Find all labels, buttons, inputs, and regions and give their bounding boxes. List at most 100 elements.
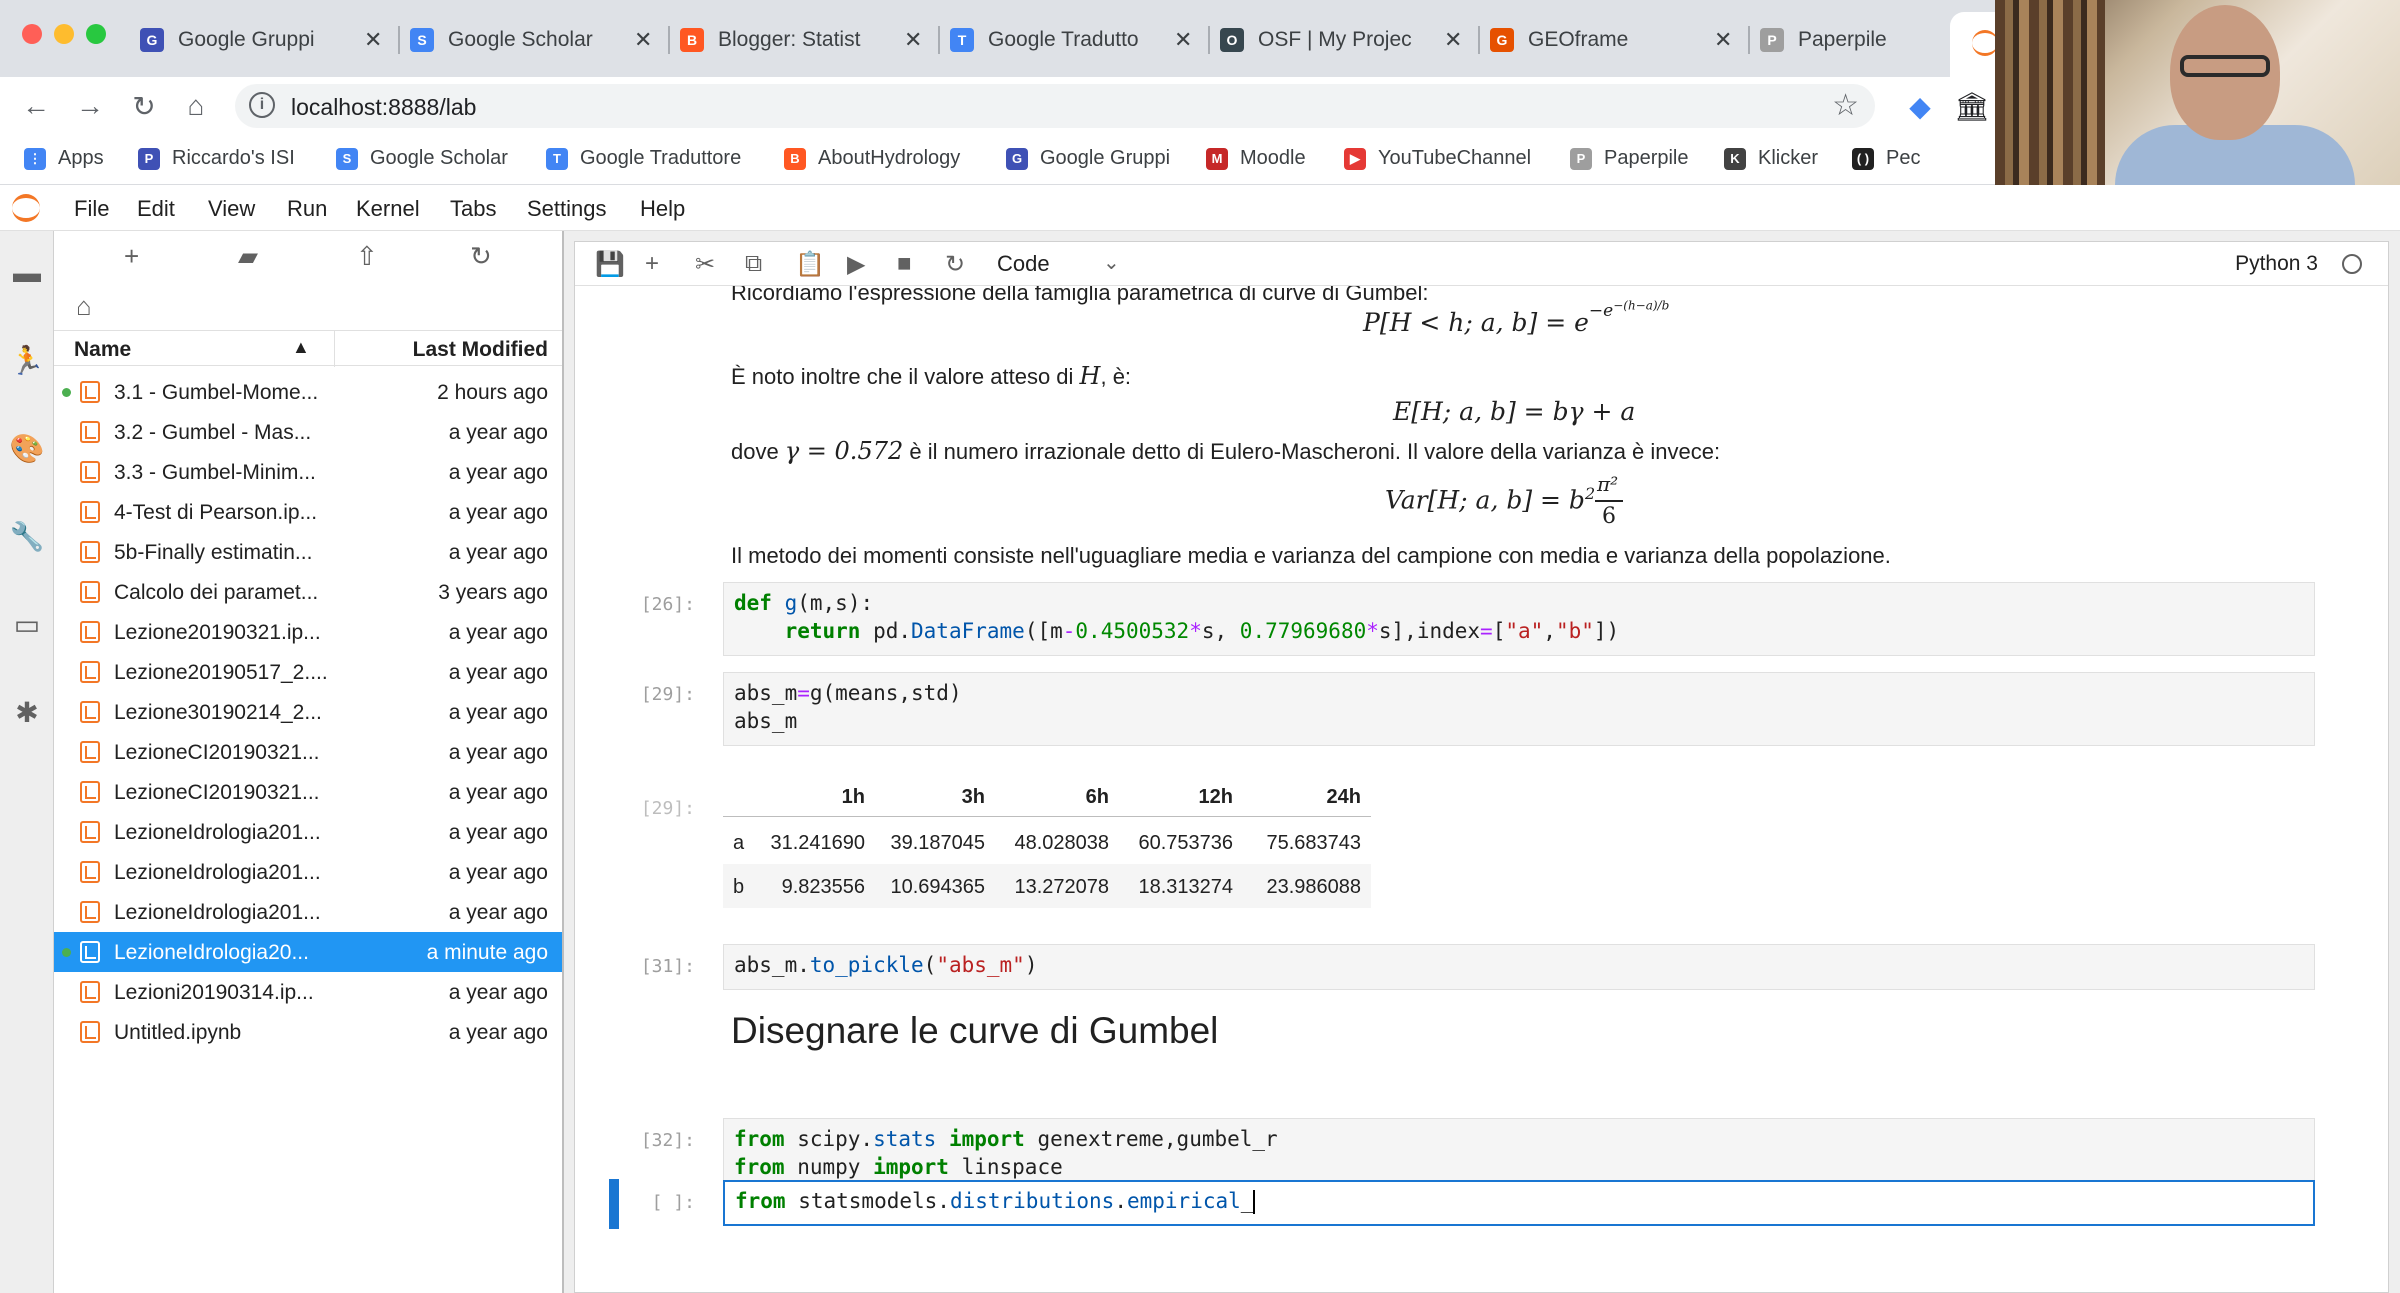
tab-close-icon[interactable]: ✕ [1714,27,1732,53]
add-cell-icon[interactable]: + [645,250,659,278]
menu-edit[interactable]: Edit [137,196,175,222]
kernel-name[interactable]: Python 3 [2235,252,2318,276]
restart-icon[interactable]: ↻ [945,250,965,279]
tab-close-icon[interactable]: ✕ [1174,27,1192,53]
bookmark-item[interactable]: P Riccardo's ISI [138,147,295,170]
code-cell-active[interactable]: from statsmodels.distributions.empirical… [723,1180,2315,1226]
column-name-header[interactable]: Name [74,338,131,362]
stop-icon[interactable]: ■ [897,250,912,278]
bookmark-item[interactable]: ( ) Pec [1852,147,1920,170]
folder-icon[interactable]: ▬ [10,256,44,290]
file-row[interactable]: Lezione20190517_2.... a year ago [54,652,562,692]
wrench-icon[interactable]: 🔧 [10,519,45,553]
browser-tab[interactable]: S Google Scholar ✕ [410,14,652,66]
chevron-down-icon[interactable]: ⌄ [1103,250,1120,275]
minimize-window-button[interactable] [54,24,74,44]
browser-tab[interactable]: G GEOframe ✕ [1490,14,1732,66]
file-name: Untitled.ipynb [114,1021,242,1044]
close-window-button[interactable] [22,24,42,44]
run-icon[interactable]: ▶ [847,250,865,279]
bookmark-item[interactable]: M Moodle [1206,147,1306,170]
file-row[interactable]: 3.2 - Gumbel - Mas... a year ago [54,412,562,452]
back-arrow-icon[interactable]: ← [18,88,54,124]
upload-icon[interactable]: ⇧ [356,241,378,272]
save-icon[interactable]: 💾 [595,250,625,279]
tabs-icon[interactable]: ▭ [10,607,44,641]
bookmark-item[interactable]: K Klicker [1724,147,1818,170]
browser-tab[interactable]: G Google Gruppi ✕ [140,14,382,66]
palette-icon[interactable]: 🎨 [10,431,45,465]
table-column-header: 1h [841,786,865,808]
tab-close-icon[interactable]: ✕ [364,27,382,53]
file-row[interactable]: 3.1 - Gumbel-Mome... 2 hours ago [54,372,562,412]
running-icon[interactable]: 🏃 [10,343,45,377]
equation-expected-value: E[H; a, b] = bγ + a [1393,397,1636,426]
address-url[interactable]: localhost:8888/lab [291,94,476,121]
bookmark-item[interactable]: ⋮ Apps [24,147,104,170]
bookmark-item[interactable]: S Google Scholar [336,147,508,170]
new-folder-icon[interactable]: ▰ [238,241,258,272]
code-cell-31[interactable]: abs_m.to_pickle("abs_m") [723,944,2315,990]
bookmark-star-icon[interactable]: ☆ [1832,88,1859,123]
reload-icon[interactable]: ↻ [126,88,162,124]
code-cell-29[interactable]: abs_m=g(means,std) abs_m [723,672,2315,746]
column-modified-header[interactable]: Last Modified [413,338,548,362]
file-list-header: Name ▲ Last Modified [54,330,562,367]
notebook-file-icon [80,1021,100,1043]
file-row[interactable]: LezioneCI20190321... a year ago [54,772,562,812]
menu-kernel[interactable]: Kernel [356,196,420,222]
file-row[interactable]: LezioneIdrologia201... a year ago [54,852,562,892]
browser-tab[interactable]: B Blogger: Statist ✕ [680,14,922,66]
file-row[interactable]: LezioneIdrologia201... a year ago [54,892,562,932]
extension-library-icon[interactable]: 🏛 [1954,88,1990,124]
puzzle-icon[interactable]: ✱ [10,695,44,729]
file-modified: a year ago [448,741,548,764]
tab-close-icon[interactable]: ✕ [634,27,652,53]
bookmark-item[interactable]: T Google Traduttore [546,147,741,170]
code-cell-26[interactable]: def g(m,s): return pd.DataFrame([m-0.450… [723,582,2315,656]
cell-type-select[interactable]: Code [997,251,1050,277]
file-row[interactable]: Lezione30190214_2... a year ago [54,692,562,732]
browser-tab[interactable]: O OSF | My Projec ✕ [1220,14,1462,66]
file-row[interactable]: Lezione20190321.ip... a year ago [54,612,562,652]
cell-prompt: [32]: [640,1130,695,1151]
menu-run[interactable]: Run [287,196,327,222]
new-launcher-icon[interactable]: + [124,241,139,272]
file-row[interactable]: 5b-Finally estimatin... a year ago [54,532,562,572]
file-row[interactable]: 3.3 - Gumbel-Minim... a year ago [54,452,562,492]
extension-scholar-icon[interactable]: ◆ [1902,88,1938,124]
forward-arrow-icon[interactable]: → [72,88,108,124]
bookmark-item[interactable]: B AboutHydrology [784,147,960,170]
paste-icon[interactable]: 📋 [795,250,825,279]
tab-close-icon[interactable]: ✕ [904,27,922,53]
home-icon[interactable]: ⌂ [178,88,214,124]
bookmark-item[interactable]: ▶ YouTubeChannel [1344,147,1531,170]
refresh-icon[interactable]: ↻ [470,241,492,272]
cut-icon[interactable]: ✂ [695,250,715,279]
file-row[interactable]: LezioneCI20190321... a year ago [54,732,562,772]
file-row[interactable]: Untitled.ipynb a year ago [54,1012,562,1052]
browser-tab[interactable]: T Google Tradutto ✕ [950,14,1192,66]
file-row[interactable]: Calcolo dei paramet... 3 years ago [54,572,562,612]
maximize-window-button[interactable] [86,24,106,44]
file-row[interactable]: LezioneIdrologia201... a year ago [54,812,562,852]
home-folder-icon[interactable]: ⌂ [76,291,92,322]
bookmark-item[interactable]: P Paperpile [1570,147,1689,170]
menu-file[interactable]: File [74,196,109,222]
tab-close-icon[interactable]: ✕ [1444,27,1462,53]
bookmark-item[interactable]: G Google Gruppi [1006,147,1170,170]
sort-ascending-icon[interactable]: ▲ [292,337,310,358]
file-row[interactable]: Lezioni20190314.ip... a year ago [54,972,562,1012]
menu-tabs[interactable]: Tabs [450,196,496,222]
file-modified: a year ago [448,541,548,564]
file-row[interactable]: LezioneIdrologia20... a minute ago [54,932,562,972]
menu-settings[interactable]: Settings [527,196,607,222]
tab-favicon-icon: T [950,28,974,52]
menu-help[interactable]: Help [640,196,685,222]
menu-view[interactable]: View [208,196,255,222]
bookmark-favicon-icon: P [138,147,160,170]
file-row[interactable]: 4-Test di Pearson.ip... a year ago [54,492,562,532]
address-bar[interactable]: i localhost:8888/lab ☆ [235,84,1875,128]
info-icon[interactable]: i [249,92,275,118]
copy-icon[interactable]: ⧉ [745,250,762,278]
